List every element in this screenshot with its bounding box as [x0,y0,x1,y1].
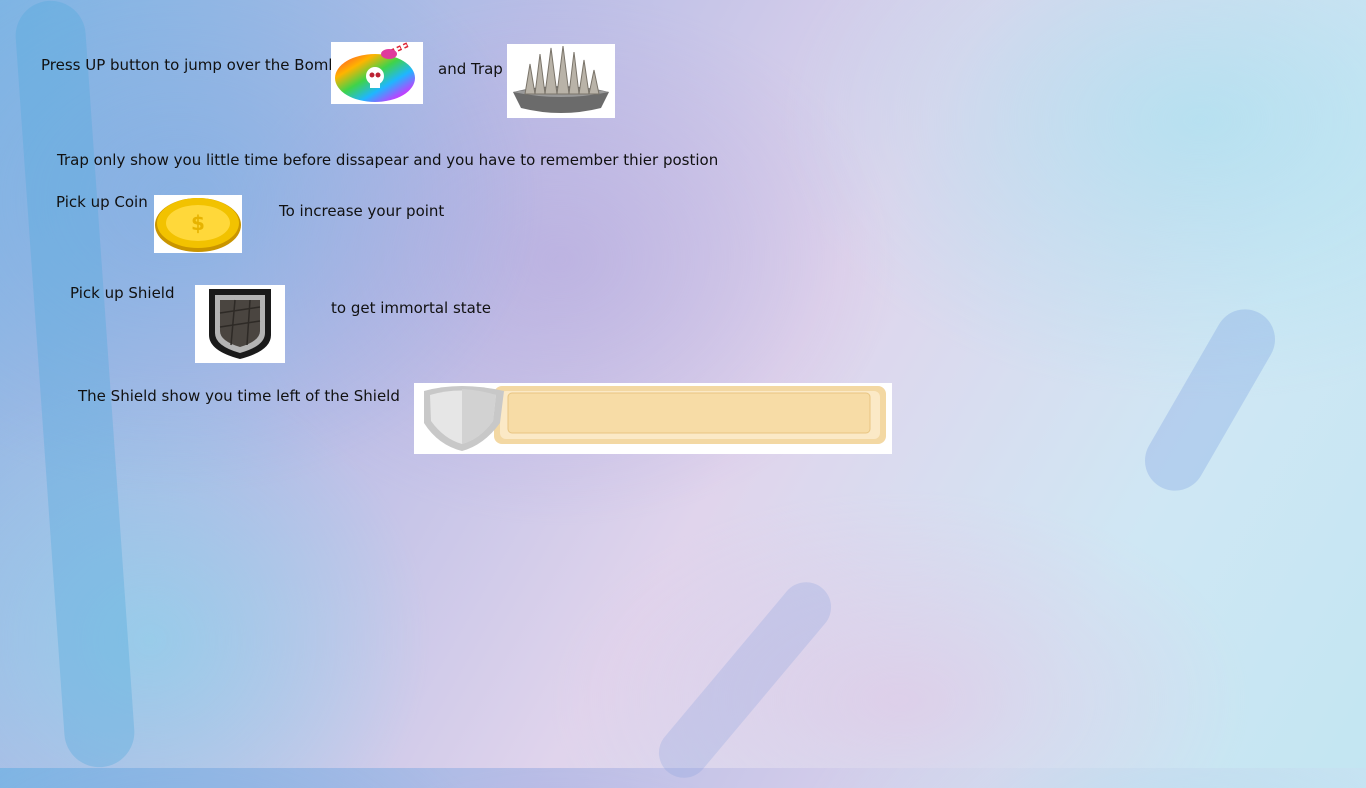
shield-pick-text: Pick up Shield [70,284,175,302]
spike-trap-icon [507,44,615,118]
shield-powerup-icon [195,285,285,363]
coin-pick-text: Pick up Coin [56,193,148,211]
and-trap-text: and Trap [438,60,503,78]
bomb-instruction-text: Press UP button to jump over the Bomb [41,56,338,74]
gold-coin-icon: $ [154,195,242,253]
trap-note-text: Trap only show you little time before di… [57,151,719,169]
background-brush-streak [13,0,137,770]
background-brush-streak [1134,298,1286,502]
svg-text:$: $ [191,211,205,235]
shield-timer-note-text: The Shield show you time left of the Shi… [78,387,400,405]
background-brush-streak [648,572,842,788]
shield-effect-text: to get immortal state [331,299,491,317]
shield-timer-fill [507,392,871,434]
coin-effect-text: To increase your point [279,202,445,220]
rainbow-bomb-icon [331,42,423,104]
shield-timer-bar [414,383,892,454]
